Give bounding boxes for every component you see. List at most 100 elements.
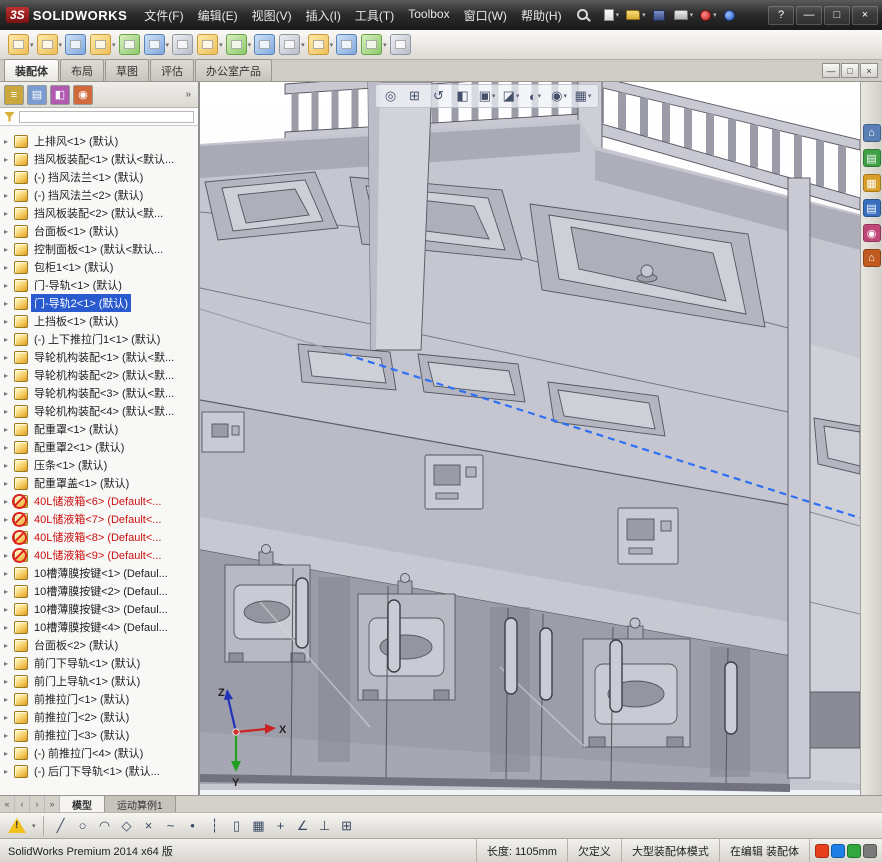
- tree-item[interactable]: ▸ 控制面板<1> (默认<默认...: [0, 240, 198, 258]
- command-tab[interactable]: 装配体: [4, 59, 59, 81]
- tree-item[interactable]: ▸ 10槽薄膜按键<4> (Defaul...: [0, 618, 198, 636]
- expand-arrow-icon[interactable]: ▸: [4, 299, 14, 308]
- tree-item[interactable]: ▸ 导轮机构装配<4> (默认<默...: [0, 402, 198, 420]
- warning-icon[interactable]: [8, 818, 26, 833]
- sketch-tool-icon[interactable]: ×: [139, 816, 159, 836]
- window-control-button[interactable]: —: [796, 5, 822, 25]
- window-control-button[interactable]: □: [824, 5, 850, 25]
- tree-item[interactable]: ▸ 配重罩2<1> (默认): [0, 438, 198, 456]
- menu-item[interactable]: 文件(F): [137, 3, 190, 28]
- tree-item[interactable]: ▸ 配重罩盖<1> (默认): [0, 474, 198, 492]
- panel-overflow-chevron[interactable]: »: [182, 89, 194, 100]
- sketch-tool-icon[interactable]: +: [271, 816, 291, 836]
- quick-access-icon[interactable]: [650, 5, 670, 25]
- tree-item[interactable]: ▸ 配重罩<1> (默认): [0, 420, 198, 438]
- expand-arrow-icon[interactable]: ▸: [4, 641, 14, 650]
- expand-arrow-icon[interactable]: ▸: [4, 461, 14, 470]
- expand-arrow-icon[interactable]: ▸: [4, 767, 14, 776]
- model-door-handle-1[interactable]: [295, 577, 309, 649]
- tree-item[interactable]: ▸ 台面板<1> (默认): [0, 222, 198, 240]
- expand-arrow-icon[interactable]: ▸: [4, 713, 14, 722]
- tree-item[interactable]: ▸ 前推拉门<3> (默认): [0, 726, 198, 744]
- expand-arrow-icon[interactable]: ▸: [4, 137, 14, 146]
- model-door-handle-6[interactable]: [724, 661, 738, 735]
- toolbar-button[interactable]: ▾: [225, 34, 251, 55]
- expand-arrow-icon[interactable]: ▸: [4, 479, 14, 488]
- tree-item[interactable]: ▸ 导轮机构装配<3> (默认<默...: [0, 384, 198, 402]
- tree-item[interactable]: ▸ 门-导轨2<1> (默认): [0, 294, 198, 312]
- toolbar-button[interactable]: ▾: [8, 34, 34, 55]
- command-tab[interactable]: 布局: [60, 59, 104, 81]
- command-tab[interactable]: 草图: [105, 59, 149, 81]
- sketch-tool-icon[interactable]: ▦: [249, 816, 269, 836]
- menu-item[interactable]: 编辑(E): [191, 3, 245, 28]
- tab-nav-button[interactable]: ‹: [15, 796, 30, 812]
- expand-arrow-icon[interactable]: ▸: [4, 623, 14, 632]
- expand-arrow-icon[interactable]: ▸: [4, 407, 14, 416]
- tree-item[interactable]: ▸ 前推拉门<1> (默认): [0, 690, 198, 708]
- window-control-button[interactable]: ×: [852, 5, 878, 25]
- filter-icon[interactable]: [4, 111, 15, 122]
- expand-arrow-icon[interactable]: ▸: [4, 425, 14, 434]
- task-pane-icon[interactable]: ▤: [862, 199, 881, 217]
- sketch-tool-icon[interactable]: ⊞: [337, 816, 357, 836]
- expand-arrow-icon[interactable]: ▸: [4, 389, 14, 398]
- expand-arrow-icon[interactable]: ▸: [4, 263, 14, 272]
- expand-arrow-icon[interactable]: ▸: [4, 155, 14, 164]
- toolbar-button[interactable]: [172, 34, 194, 55]
- model-sink-tray-1[interactable]: [204, 171, 339, 241]
- expand-arrow-icon[interactable]: ▸: [4, 317, 14, 326]
- toolbar-button[interactable]: ▾: [279, 34, 305, 55]
- toolbar-button[interactable]: [336, 34, 358, 55]
- expand-arrow-icon[interactable]: ▸: [4, 587, 14, 596]
- tree-item[interactable]: ▸ (-) 上下推拉门1<1> (默认): [0, 330, 198, 348]
- task-pane-icon[interactable]: ▤: [862, 149, 881, 167]
- tree-item[interactable]: ▸ 40L储液箱<8> (Default<...: [0, 528, 198, 546]
- expand-arrow-icon[interactable]: ▸: [4, 695, 14, 704]
- tree-item[interactable]: ▸ 40L储液箱<7> (Default<...: [0, 510, 198, 528]
- expand-arrow-icon[interactable]: ▸: [4, 605, 14, 614]
- model-sink-tray-4[interactable]: [297, 343, 397, 391]
- sketch-tool-icon[interactable]: ⊥: [315, 816, 335, 836]
- toolbar-button[interactable]: [254, 34, 276, 55]
- menu-item[interactable]: 插入(I): [299, 3, 348, 28]
- sketch-tool-icon[interactable]: ∠: [293, 816, 313, 836]
- menu-item[interactable]: 工具(T): [348, 3, 401, 28]
- tree-item[interactable]: ▸ 门-导轨<1> (默认): [0, 276, 198, 294]
- model-drain-knob[interactable]: [640, 264, 654, 278]
- task-pane-icon[interactable]: ⌂: [862, 249, 881, 267]
- quick-access-icon[interactable]: ▾: [601, 5, 623, 25]
- tree-item[interactable]: ▸ (-) 挡风法兰<2> (默认): [0, 186, 198, 204]
- panel-tab-icon[interactable]: ≡: [4, 84, 24, 105]
- tree-item[interactable]: ▸ 上挡板<1> (默认): [0, 312, 198, 330]
- study-tab[interactable]: 模型: [60, 796, 105, 812]
- tree-filter-input[interactable]: [19, 110, 194, 123]
- search-icon[interactable]: [575, 7, 591, 23]
- sketch-tool-icon[interactable]: ○: [73, 816, 93, 836]
- quick-access-icon[interactable]: [721, 5, 740, 25]
- tree-item[interactable]: ▸ 前门上导轨<1> (默认): [0, 672, 198, 690]
- tree-item[interactable]: ▸ 导轮机构装配<2> (默认<默...: [0, 366, 198, 384]
- toolbar-button[interactable]: ▾: [307, 34, 333, 55]
- quick-access-icon[interactable]: ▾: [623, 5, 649, 25]
- model-front-column[interactable]: [367, 82, 433, 351]
- toolbar-button[interactable]: [65, 34, 87, 55]
- expand-arrow-icon[interactable]: ▸: [4, 245, 14, 254]
- model-outlet-box-3[interactable]: [617, 507, 679, 565]
- command-tab[interactable]: 办公室产品: [195, 59, 272, 81]
- warning-dropdown-icon[interactable]: ▾: [32, 822, 36, 830]
- toolbar-button[interactable]: ▾: [90, 34, 116, 55]
- view-tool-icon[interactable]: ⊞: [404, 86, 426, 106]
- tree-item[interactable]: ▸ 10槽薄膜按键<3> (Defaul...: [0, 600, 198, 618]
- tree-item[interactable]: ▸ 前门下导轨<1> (默认): [0, 654, 198, 672]
- tab-nav-button[interactable]: »: [45, 796, 60, 812]
- sketch-tool-icon[interactable]: ◠: [95, 816, 115, 836]
- view-tool-icon[interactable]: ◐ ▾: [524, 86, 546, 106]
- tree-item[interactable]: ▸ 10槽薄膜按键<1> (Defaul...: [0, 564, 198, 582]
- tray-icon[interactable]: [863, 843, 877, 858]
- menu-item[interactable]: Toolbox: [401, 3, 456, 28]
- tree-item[interactable]: ▸ 40L储液箱<9> (Default<...: [0, 546, 198, 564]
- expand-arrow-icon[interactable]: ▸: [4, 731, 14, 740]
- sketch-tool-icon[interactable]: ◇: [117, 816, 137, 836]
- view-tool-icon[interactable]: ▦ ▾: [572, 86, 594, 106]
